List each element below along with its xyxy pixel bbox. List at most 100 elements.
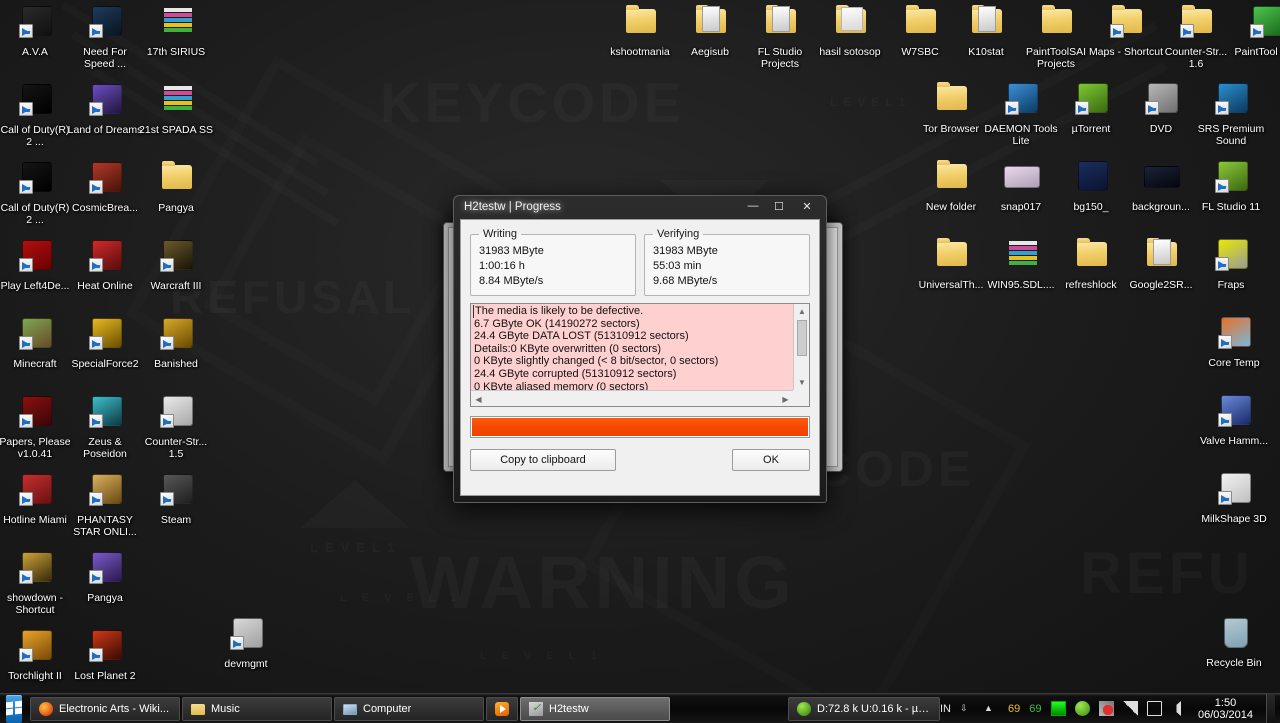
desktop-icon[interactable]: 17th SIRIUS <box>138 3 214 59</box>
desktop-icon[interactable]: Banished <box>138 315 214 371</box>
desktop-icon[interactable]: µTorrent <box>1053 80 1129 136</box>
desktop-icon[interactable]: snap017 <box>983 158 1059 214</box>
desktop-icon[interactable]: showdown - Shortcut <box>0 549 73 616</box>
desktop-icon[interactable]: PaintToolSAI Projects <box>1018 3 1094 70</box>
window-controls[interactable]: — ☐ ✕ <box>740 197 822 215</box>
volume-icon[interactable] <box>1170 701 1181 716</box>
taskbar-button[interactable]: Electronic Arts - Wiki... <box>30 696 180 721</box>
show-desktop-button[interactable] <box>1265 693 1275 723</box>
copy-to-clipboard-button[interactable]: Copy to clipboard <box>470 449 616 471</box>
desktop-icon[interactable]: Torchlight II <box>0 627 73 683</box>
desktop-icon[interactable]: Counter-Str... 1.6 <box>1158 3 1234 70</box>
desktop-icon[interactable]: SpecialForce2 <box>67 315 143 371</box>
battery-icon[interactable] <box>1146 701 1162 716</box>
taskbar-buttons[interactable]: Electronic Arts - Wiki... Music Computer ✓ H… <box>30 696 670 721</box>
desktop-icon[interactable]: Core Temp <box>1196 314 1272 370</box>
desktop-icon[interactable]: Fraps <box>1193 236 1269 292</box>
desktop-icon[interactable]: Call of Duty(R) 2 ... <box>0 81 73 148</box>
desktop-icon[interactable]: Counter-Str... 1.5 <box>138 393 214 460</box>
app-glyph <box>83 315 127 357</box>
log-vscroll-thumb[interactable] <box>797 320 807 356</box>
desktop-icon[interactable]: hasil sotosop <box>812 3 888 59</box>
tray-language-indicator[interactable]: IN <box>940 703 951 715</box>
taskbar-button[interactable]: Computer <box>334 696 484 721</box>
scroll-left-icon[interactable]: ◀ <box>471 391 486 407</box>
desktop-icon[interactable]: Papers, Please v1.0.41 <box>0 393 73 460</box>
desktop-icon[interactable]: bg150_ <box>1053 158 1129 214</box>
log-vertical-scrollbar[interactable]: ▲ ▼ <box>793 304 809 390</box>
desktop[interactable]: KEYCODE WARNING REFUSAL KEYCODE REFU LEV… <box>0 0 1280 723</box>
result-log[interactable]: The media is likely to be defective. 6.7 … <box>470 303 810 407</box>
desktop-icon[interactable]: Need For Speed ... <box>67 3 143 70</box>
desktop-icon[interactable]: refreshlock <box>1053 236 1129 292</box>
desktop-icon[interactable]: Tor Browser <box>913 80 989 136</box>
desktop-icon[interactable]: UniversalTh... <box>913 236 989 292</box>
desktop-icon[interactable]: Heat Online <box>67 237 143 293</box>
system-tray[interactable]: IN ⇩ ▲ 69 69 1:50 06/03/2014 <box>940 693 1280 723</box>
desktop-icon[interactable]: Google2SR... <box>1123 236 1199 292</box>
memory-meter-icon[interactable] <box>1050 701 1066 716</box>
desktop-icon[interactable]: Valve Hamm... <box>1196 392 1272 448</box>
minimize-icon[interactable]: — <box>740 197 766 215</box>
desktop-icon[interactable]: Zeus & Poseidon <box>67 393 143 460</box>
desktop-icon[interactable]: Aegisub <box>672 3 748 59</box>
close-icon[interactable]: ✕ <box>792 197 822 215</box>
desktop-icon[interactable]: Land of Dreams <box>67 81 143 137</box>
desktop-icon[interactable]: FL Studio Projects <box>742 3 818 70</box>
desktop-icon[interactable]: SRS Premium Sound <box>1193 80 1269 147</box>
scroll-up-icon[interactable]: ▲ <box>794 304 810 319</box>
taskbar[interactable]: Electronic Arts - Wiki... Music Computer ✓ H… <box>0 693 1280 723</box>
show-hidden-icons-icon[interactable]: ▲ <box>984 701 999 716</box>
taskbar-button[interactable]: D:72.8 k U:0.16 k - µT... <box>788 696 940 721</box>
desktop-icon[interactable]: kshootmania <box>602 3 678 59</box>
desktop-icon[interactable]: PaintTool SAI <box>1228 3 1280 59</box>
start-button[interactable] <box>6 694 22 723</box>
desktop-icon[interactable]: MilkShape 3D <box>1196 470 1272 526</box>
desktop-icon[interactable]: Pangya <box>67 549 143 605</box>
desktop-icon[interactable]: CosmicBrea... <box>67 159 143 215</box>
desktop-icon[interactable]: Play Left4De... <box>0 237 73 293</box>
desktop-icon[interactable]: Recycle Bin <box>1196 614 1272 670</box>
taskbar-clock[interactable]: 1:50 06/03/2014 <box>1195 697 1257 721</box>
desktop-icon[interactable]: Hotline Miami <box>0 471 73 527</box>
desktop-icon[interactable]: devmgmt <box>208 615 284 671</box>
taskbar-button[interactable]: Music <box>182 696 332 721</box>
dialog-titlebar[interactable]: H2testw | Progress — ☐ ✕ <box>454 196 826 218</box>
desktop-icon-label: Lost Planet 2 <box>74 670 136 682</box>
coretemp-value-yellow[interactable]: 69 <box>1008 703 1020 715</box>
utorrent-tray-icon[interactable] <box>1074 701 1090 716</box>
desktop-icon[interactable]: DVD <box>1123 80 1199 136</box>
desktop-icon[interactable]: Minecraft <box>0 315 73 371</box>
desktop-icon-label: FL Studio 11 <box>1201 201 1261 213</box>
log-horizontal-scrollbar[interactable]: ◀ ▶ <box>471 390 793 406</box>
network-alert-icon[interactable] <box>1098 701 1114 716</box>
desktop-icon[interactable]: Call of Duty(R) 2 ... <box>0 159 73 226</box>
desktop-icon[interactable]: backgroun... <box>1123 158 1199 214</box>
desktop-icon[interactable]: DAEMON Tools Lite <box>983 80 1059 147</box>
maximize-icon[interactable]: ☐ <box>766 197 792 215</box>
desktop-icon[interactable]: Pangya <box>138 159 214 215</box>
desktop-icon[interactable]: FL Studio 11 <box>1193 158 1269 214</box>
network-overflow-icon[interactable]: ⇩ <box>960 701 975 716</box>
desktop-icon[interactable]: Warcraft III <box>138 237 214 293</box>
taskbar-button[interactable] <box>486 696 518 721</box>
desktop-icon[interactable]: W7SBC <box>882 3 958 59</box>
desktop-icon[interactable]: Steam <box>138 471 214 527</box>
desktop-icon[interactable]: Maps - Shortcut <box>1088 3 1164 59</box>
desktop-icon[interactable]: A.V.A <box>0 3 73 59</box>
desktop-icon[interactable]: PHANTASY STAR ONLI... <box>67 471 143 538</box>
signal-bars-icon[interactable] <box>1122 701 1138 716</box>
progress-dialog[interactable]: H2testw | Progress — ☐ ✕ Writing 31983 M… <box>453 195 827 503</box>
taskbar-button[interactable]: ✓ H2testw <box>520 696 670 721</box>
desktop-icon[interactable]: WIN95.SDL.... <box>983 236 1059 292</box>
desktop-icon[interactable]: Lost Planet 2 <box>67 627 143 683</box>
desktop-icon[interactable]: New folder <box>913 158 989 214</box>
desktop-icon[interactable]: 21st SPADA SS <box>138 81 214 137</box>
coretemp-value-green[interactable]: 69 <box>1029 703 1041 715</box>
scroll-down-icon[interactable]: ▼ <box>794 375 810 390</box>
result-log-text[interactable]: The media is likely to be defective. 6.7 … <box>471 304 793 390</box>
scroll-right-icon[interactable]: ▶ <box>778 391 793 407</box>
ok-button[interactable]: OK <box>732 449 810 471</box>
taskbar-buttons-secondary[interactable]: D:72.8 k U:0.16 k - µT... <box>788 696 940 721</box>
desktop-icon[interactable]: K10stat <box>948 3 1024 59</box>
